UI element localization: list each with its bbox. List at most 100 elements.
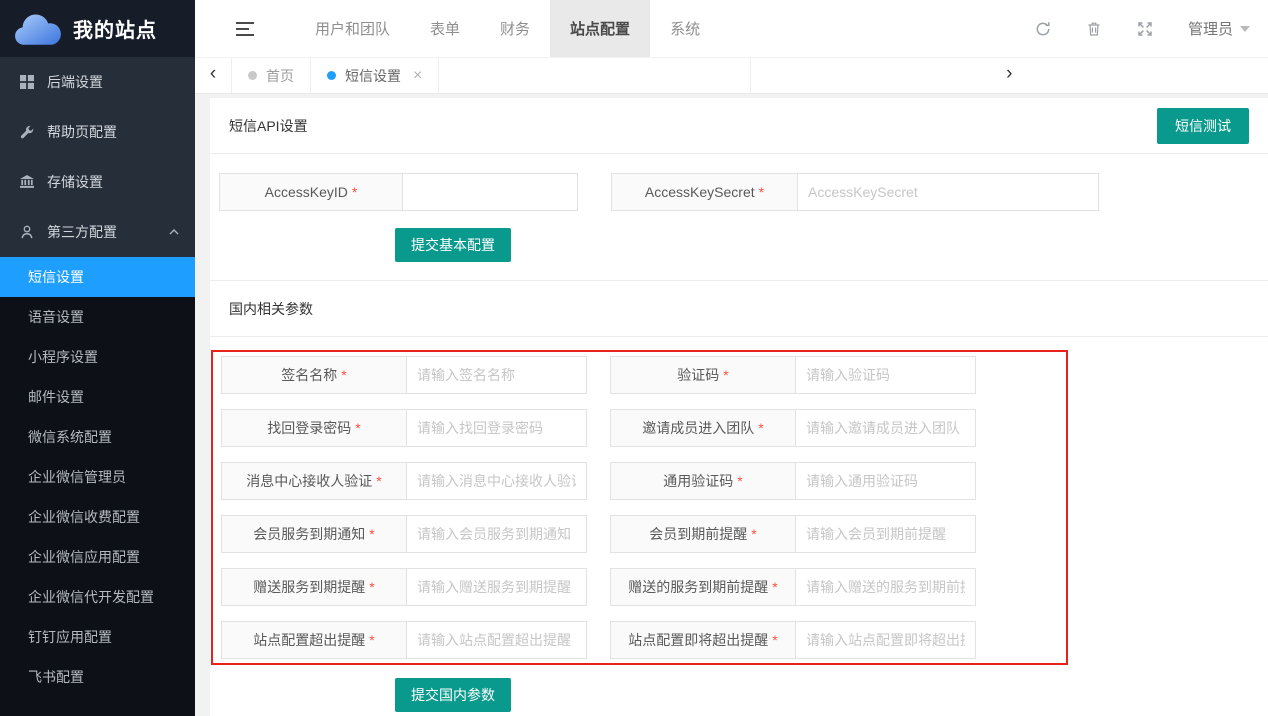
nav-tabs: 用户和团队 表单 财务 站点配置 系统	[295, 0, 720, 57]
tab-status-dot-icon	[327, 71, 336, 80]
content-area: 短信API设置 短信测试 AccessKeyID* AccessKeySecre…	[195, 94, 1268, 716]
top-navbar: 用户和团队 表单 财务 站点配置 系统	[195, 0, 1268, 57]
required-asterisk: *	[369, 579, 374, 595]
nav-tab[interactable]: 系统	[650, 0, 720, 57]
field-label: AccessKeyID*	[219, 173, 403, 211]
field-input[interactable]	[795, 568, 976, 606]
page-tab[interactable]: 首页	[232, 58, 311, 93]
form-field-group: 赠送服务到期提醒*	[221, 568, 588, 606]
nav-tab[interactable]: 用户和团队	[295, 0, 410, 57]
required-asterisk: *	[376, 473, 381, 489]
sidebar-menu-item[interactable]: 帮助页配置	[0, 107, 195, 157]
sidebar-submenu-item[interactable]: 企业微信收费配置	[0, 497, 195, 537]
sidebar-submenu-item[interactable]: 小程序设置	[0, 337, 195, 377]
sidebar-menu-item[interactable]: 后端设置	[0, 57, 195, 107]
api-fields-row: AccessKeyID* AccessKeySecret*	[219, 173, 1268, 211]
submenu-item-label: 企业微信应用配置	[28, 547, 140, 567]
submenu-item-label: 企业微信收费配置	[28, 507, 140, 527]
field-input[interactable]	[406, 621, 587, 659]
nav-tab-label: 用户和团队	[315, 18, 390, 39]
form-field-group: AccessKeyID*	[219, 173, 578, 211]
tab-status-dot-icon	[248, 71, 257, 80]
sidebar-submenu-item[interactable]: 邮件设置	[0, 377, 195, 417]
fullscreen-icon[interactable]	[1137, 21, 1153, 37]
tabbar-prev-button[interactable]: ‹	[195, 58, 232, 93]
field-input[interactable]	[406, 515, 587, 553]
submenu-item-label: 微信系统配置	[28, 427, 112, 447]
submenu-item-label: 邮件设置	[28, 387, 84, 407]
form-field-group: 会员到期前提醒*	[610, 515, 977, 553]
field-label: 邀请成员进入团队*	[610, 409, 796, 447]
required-asterisk: *	[759, 184, 764, 200]
field-input[interactable]	[795, 462, 976, 500]
domestic-section-header: 国内相关参数	[210, 281, 1268, 336]
tab-label: 短信设置	[345, 66, 401, 86]
submenu-item-label: 小程序设置	[28, 347, 98, 367]
nav-tab[interactable]: 表单	[410, 0, 480, 57]
sidebar-submenu-item[interactable]: 企业微信管理员	[0, 457, 195, 497]
form-field-group: 签名名称*	[221, 356, 588, 394]
tab-label: 首页	[266, 66, 294, 86]
user-menu[interactable]: 管理员	[1188, 18, 1250, 39]
sidebar-submenu-item[interactable]: 短信设置	[0, 257, 195, 297]
chevron-down-icon	[1240, 26, 1250, 32]
bank-icon	[20, 175, 34, 189]
sidebar-menu-item[interactable]: 存储设置	[0, 157, 195, 207]
page-tab[interactable]: 短信设置 ×	[311, 58, 439, 93]
nav-tab-label: 表单	[430, 18, 460, 39]
domestic-fields-grid: 签名名称* 验证码* 找回登录密码* 邀请成员进入团队* 消息中心接收人验证* …	[221, 356, 1066, 659]
main-pane: 用户和团队 表单 财务 站点配置 系统	[195, 0, 1268, 716]
submit-domestic-params-button[interactable]: 提交国内参数	[395, 678, 511, 712]
trash-icon[interactable]	[1086, 21, 1102, 37]
collapse-sidebar-button[interactable]	[195, 0, 295, 57]
sidebar-submenu-item[interactable]: 企业微信代开发配置	[0, 577, 195, 617]
form-field-group: 会员服务到期通知*	[221, 515, 588, 553]
sidebar-submenu-item[interactable]: 飞书配置	[0, 657, 195, 697]
logo: 我的站点	[0, 0, 195, 57]
navbar-actions: 管理员	[1035, 0, 1268, 57]
field-input[interactable]	[795, 356, 976, 394]
field-label: 通用验证码*	[610, 462, 796, 500]
field-input[interactable]	[795, 621, 976, 659]
required-asterisk: *	[772, 632, 777, 648]
sidebar-submenu-item[interactable]: 企业微信应用配置	[0, 537, 195, 577]
field-label: 验证码*	[610, 356, 796, 394]
nav-tab[interactable]: 站点配置	[550, 0, 650, 57]
accesskeysecret-input[interactable]	[797, 173, 1099, 211]
refresh-icon[interactable]	[1035, 21, 1051, 37]
nav-tab[interactable]: 财务	[480, 0, 550, 57]
menu-item-label: 存储设置	[47, 172, 103, 192]
sms-test-button[interactable]: 短信测试	[1157, 108, 1249, 144]
field-input[interactable]	[406, 462, 587, 500]
field-label: 站点配置即将超出提醒*	[610, 621, 796, 659]
annotation-box: 签名名称* 验证码* 找回登录密码* 邀请成员进入团队* 消息中心接收人验证* …	[211, 350, 1068, 665]
sidebar-submenu: 短信设置 语音设置 小程序设置 邮件设置 微信系统配置 企业微信管理员 企业微信…	[0, 257, 195, 697]
required-asterisk: *	[723, 367, 728, 383]
form-field-group: 找回登录密码*	[221, 409, 588, 447]
sidebar-submenu-item[interactable]: 微信系统配置	[0, 417, 195, 457]
sidebar-menu-item[interactable]: 第三方配置	[0, 207, 195, 257]
tabbar-next-button[interactable]: ›	[750, 58, 1268, 93]
divider	[210, 336, 1268, 337]
submenu-item-label: 语音设置	[28, 307, 84, 327]
field-label: 赠送的服务到期前提醒*	[610, 568, 796, 606]
divider	[210, 153, 1268, 154]
field-input[interactable]	[795, 409, 976, 447]
field-input[interactable]	[406, 568, 587, 606]
cloud-logo-icon	[10, 11, 66, 47]
submenu-item-label: 企业微信代开发配置	[28, 587, 154, 607]
close-icon[interactable]: ×	[413, 67, 422, 85]
form-field-group: 赠送的服务到期前提醒*	[610, 568, 977, 606]
accesskeyid-input[interactable]	[402, 173, 578, 211]
field-label: AccessKeySecret*	[611, 173, 798, 211]
domestic-section-title: 国内相关参数	[229, 299, 313, 319]
field-input[interactable]	[406, 409, 587, 447]
submenu-item-label: 短信设置	[28, 267, 84, 287]
submit-basic-config-button[interactable]: 提交基本配置	[395, 228, 511, 262]
app-window: 我的站点 后端设置 帮助页配置 存储设置 第三方配置 短信设置 语音设置 小程序…	[0, 0, 1268, 716]
sidebar-submenu-item[interactable]: 钉钉应用配置	[0, 617, 195, 657]
field-input[interactable]	[406, 356, 587, 394]
sidebar-submenu-item[interactable]: 语音设置	[0, 297, 195, 337]
field-input[interactable]	[795, 515, 976, 553]
chevron-up-icon	[169, 229, 179, 235]
